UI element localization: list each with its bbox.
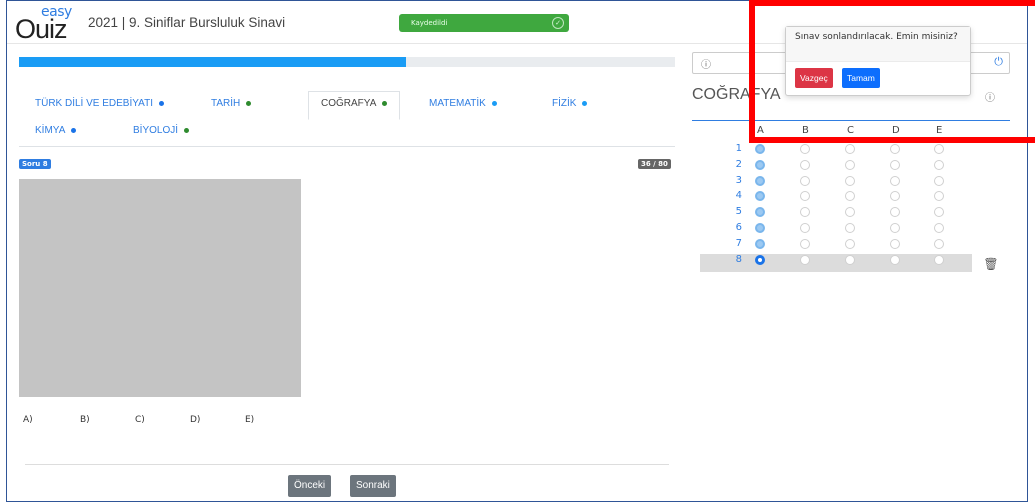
answer-radio-a[interactable] bbox=[755, 191, 765, 202]
answer-radio-a[interactable] bbox=[755, 207, 765, 218]
option-a[interactable]: A) bbox=[23, 415, 33, 425]
answer-radio-e[interactable] bbox=[934, 238, 944, 249]
answer-radio-c[interactable] bbox=[845, 207, 855, 218]
question-count-badge: 36 / 80 bbox=[638, 159, 671, 169]
row-number: 4 bbox=[735, 190, 742, 202]
answer-radio-b[interactable] bbox=[800, 238, 810, 249]
check-circle-icon: ✓ bbox=[552, 17, 564, 29]
answer-radio-a[interactable] bbox=[755, 223, 765, 233]
exam-progress-bar bbox=[19, 57, 675, 67]
option-d[interactable]: D) bbox=[190, 415, 200, 425]
option-b[interactable]: B) bbox=[80, 415, 90, 425]
tab-label: MATEMATİK bbox=[429, 98, 486, 109]
status-dot-icon bbox=[382, 100, 388, 106]
answer-radio-e[interactable] bbox=[934, 254, 944, 265]
answer-radio-d[interactable] bbox=[890, 191, 900, 202]
exam-title: 2021 | 9. Siniflar Bursluluk Sinavi bbox=[88, 15, 286, 30]
red-highlight-annotation bbox=[749, 0, 1035, 143]
answer-radio-b[interactable] bbox=[800, 254, 810, 265]
answer-radio-b[interactable] bbox=[800, 191, 810, 202]
subject-tabs: TÜRK DİLİ VE EDEBİYATI TARİH COĞRAFYA MA… bbox=[19, 89, 675, 147]
answer-radio-e[interactable] bbox=[934, 223, 944, 233]
answer-radio-e[interactable] bbox=[934, 175, 944, 186]
answer-radio-c[interactable] bbox=[845, 223, 855, 233]
answer-radio-c[interactable] bbox=[845, 159, 855, 170]
tab-kimya[interactable]: KİMYA bbox=[35, 125, 77, 136]
answer-radio-a[interactable] bbox=[755, 144, 765, 154]
previous-button[interactable]: Önceki bbox=[288, 475, 332, 497]
answer-radio-c[interactable] bbox=[845, 254, 855, 265]
answer-radio-b[interactable] bbox=[800, 144, 810, 154]
answer-radio-e[interactable] bbox=[934, 207, 944, 218]
tab-label: BİYOLOJİ bbox=[133, 125, 179, 136]
answer-radio-c[interactable] bbox=[845, 191, 855, 202]
answer-radio-e[interactable] bbox=[934, 144, 944, 154]
row-number: 1 bbox=[735, 143, 742, 154]
row-number: 5 bbox=[735, 206, 742, 218]
trash-icon[interactable]: 🗑 bbox=[981, 254, 1001, 274]
tab-fizik[interactable]: FİZİK bbox=[552, 98, 588, 109]
answer-radio-a[interactable] bbox=[755, 254, 765, 265]
answer-radio-d[interactable] bbox=[890, 223, 900, 233]
answer-radio-d[interactable] bbox=[890, 207, 900, 218]
answer-radio-a[interactable] bbox=[755, 159, 765, 170]
option-c[interactable]: C) bbox=[135, 415, 145, 425]
answer-radio-b[interactable] bbox=[800, 175, 810, 186]
status-dot-icon bbox=[159, 100, 164, 106]
tab-matematik[interactable]: MATEMATİK bbox=[429, 98, 497, 109]
tab-label: TÜRK DİLİ VE EDEBİYATI bbox=[35, 98, 153, 109]
row-number: 2 bbox=[735, 158, 742, 170]
tab-label: FİZİK bbox=[552, 98, 577, 109]
question-image bbox=[19, 179, 301, 397]
tab-label: COĞRAFYA bbox=[321, 98, 377, 109]
saved-label: Kaydedildi bbox=[411, 19, 448, 27]
status-dot-icon bbox=[184, 127, 190, 133]
saved-status-bar: Kaydedildi ✓ bbox=[399, 14, 569, 32]
logo-quiz-text: Ouiz bbox=[15, 14, 68, 44]
answer-radio-d[interactable] bbox=[890, 254, 900, 265]
answer-radio-b[interactable] bbox=[800, 207, 810, 218]
answer-radio-b[interactable] bbox=[800, 159, 810, 170]
row-number: 6 bbox=[735, 222, 742, 233]
tab-label: KİMYA bbox=[35, 125, 66, 136]
status-dot-icon bbox=[71, 127, 77, 133]
next-button[interactable]: Sonraki bbox=[350, 475, 396, 497]
row-number: 3 bbox=[735, 174, 742, 186]
tab-tarih[interactable]: TARİH bbox=[211, 98, 252, 109]
answer-radio-d[interactable] bbox=[890, 144, 900, 154]
tab-biyoloji[interactable]: BİYOLOJİ bbox=[133, 125, 190, 136]
answer-radio-a[interactable] bbox=[755, 175, 765, 186]
option-e[interactable]: E) bbox=[245, 415, 254, 425]
row-number: 8 bbox=[735, 253, 742, 265]
bottom-divider bbox=[25, 464, 669, 465]
row-number: 7 bbox=[735, 237, 742, 249]
answer-radio-d[interactable] bbox=[890, 159, 900, 170]
status-dot-icon bbox=[491, 100, 497, 106]
question-number-badge: Soru 8 bbox=[19, 159, 51, 169]
tab-turk-dili[interactable]: TÜRK DİLİ VE EDEBİYATI bbox=[35, 98, 164, 109]
answer-radio-e[interactable] bbox=[934, 191, 944, 202]
info-icon[interactable]: ⓘ bbox=[701, 56, 711, 71]
answer-radio-d[interactable] bbox=[890, 175, 900, 186]
answer-radio-d[interactable] bbox=[890, 238, 900, 249]
answer-radio-e[interactable] bbox=[934, 159, 944, 170]
answer-radio-c[interactable] bbox=[845, 144, 855, 154]
progress-fill bbox=[19, 57, 407, 67]
answer-radio-c[interactable] bbox=[845, 238, 855, 249]
tab-label: TARİH bbox=[211, 98, 241, 109]
answer-radio-a[interactable] bbox=[755, 238, 765, 249]
answer-radio-b[interactable] bbox=[800, 223, 810, 233]
status-dot-icon bbox=[582, 100, 588, 106]
easyquiz-logo[interactable]: easy Ouiz bbox=[15, 4, 75, 44]
status-dot-icon bbox=[246, 100, 252, 106]
tab-cografya[interactable]: COĞRAFYA bbox=[308, 91, 401, 120]
answer-radio-c[interactable] bbox=[845, 175, 855, 186]
